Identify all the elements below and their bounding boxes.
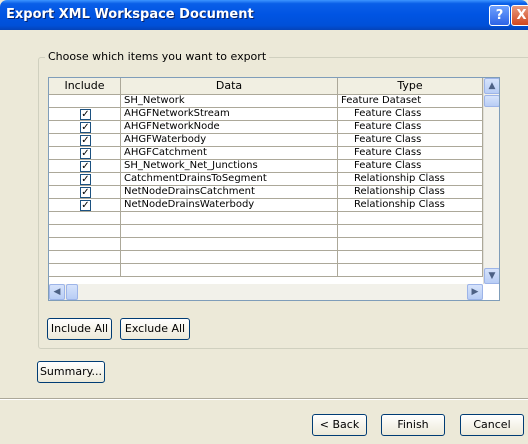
type-cell: Feature Class: [338, 147, 483, 160]
type-cell: Feature Class: [338, 121, 483, 134]
data-cell: NetNodeDrainsCatchment: [121, 186, 338, 199]
help-button[interactable]: ?: [489, 5, 510, 26]
vertical-scroll-thumb[interactable]: [484, 95, 499, 107]
data-cell: [121, 238, 338, 251]
close-button[interactable]: X: [511, 5, 528, 26]
include-checkbox[interactable]: ✓: [80, 109, 91, 120]
column-header-type[interactable]: Type: [338, 78, 483, 95]
data-cell: AHGFCatchment: [121, 147, 338, 160]
data-cell: [121, 264, 338, 277]
finish-button[interactable]: Finish: [381, 414, 445, 436]
include-checkbox[interactable]: ✓: [80, 135, 91, 146]
type-cell: [338, 238, 483, 251]
include-checkbox[interactable]: ✓: [80, 174, 91, 185]
include-cell: [49, 212, 121, 225]
include-cell: ✓: [49, 199, 121, 212]
include-checkbox[interactable]: ✓: [80, 161, 91, 172]
data-cell: SH_Network: [121, 95, 338, 108]
horizontal-scroll-thumb[interactable]: [66, 284, 78, 300]
data-cell: NetNodeDrainsWaterbody: [121, 199, 338, 212]
items-grid: Include Data Type SH_Network Feature Data…: [48, 77, 500, 301]
include-all-button[interactable]: Include All: [47, 318, 112, 340]
include-cell: ✓: [49, 134, 121, 147]
column-header-include[interactable]: Include: [49, 78, 121, 95]
include-checkbox[interactable]: ✓: [80, 122, 91, 133]
data-cell: AHGFWaterbody: [121, 134, 338, 147]
include-cell: ✓: [49, 147, 121, 160]
summary-button[interactable]: Summary...: [37, 361, 105, 383]
type-cell: [338, 264, 483, 277]
data-cell: [121, 225, 338, 238]
data-cell: [121, 212, 338, 225]
title-bar[interactable]: Export XML Workspace Document ? X: [0, 0, 528, 30]
scroll-down-icon[interactable]: ▼: [484, 268, 499, 284]
data-cell: AHGFNetworkStream: [121, 108, 338, 121]
exclude-all-button[interactable]: Exclude All: [120, 318, 190, 340]
back-button[interactable]: < Back: [312, 414, 367, 436]
cancel-button[interactable]: Cancel: [460, 414, 524, 436]
data-cell: SH_Network_Net_Junctions: [121, 160, 338, 173]
group-label: Choose which items you want to export: [45, 50, 270, 63]
include-checkbox[interactable]: ✓: [80, 200, 91, 211]
include-checkbox[interactable]: ✓: [80, 187, 91, 198]
type-cell: Feature Class: [338, 134, 483, 147]
data-cell: AHGFNetworkNode: [121, 121, 338, 134]
include-cell: [49, 225, 121, 238]
data-cell: CatchmentDrainsToSegment: [121, 173, 338, 186]
vertical-scrollbar[interactable]: ▲ ▼: [483, 78, 499, 284]
type-cell: [338, 212, 483, 225]
include-cell: ✓: [49, 121, 121, 134]
scroll-up-icon[interactable]: ▲: [484, 78, 499, 94]
type-cell: Relationship Class: [338, 173, 483, 186]
include-cell: ✓: [49, 186, 121, 199]
include-cell: ✓: [49, 108, 121, 121]
column-header-data[interactable]: Data: [121, 78, 338, 95]
scroll-right-icon[interactable]: ▶: [467, 284, 483, 300]
data-cell: [121, 251, 338, 264]
scroll-left-icon[interactable]: ◀: [49, 284, 65, 300]
type-cell: Feature Class: [338, 108, 483, 121]
include-cell: ✓: [49, 160, 121, 173]
include-cell: [49, 95, 121, 108]
include-checkbox[interactable]: ✓: [80, 148, 91, 159]
type-cell: [338, 251, 483, 264]
horizontal-scrollbar[interactable]: ◀ ▶: [49, 284, 483, 300]
type-cell: Feature Class: [338, 160, 483, 173]
include-cell: [49, 238, 121, 251]
include-cell: [49, 251, 121, 264]
type-cell: Relationship Class: [338, 186, 483, 199]
type-cell: [338, 225, 483, 238]
type-cell: Feature Dataset: [338, 95, 483, 108]
window-title: Export XML Workspace Document: [6, 7, 254, 22]
include-cell: [49, 264, 121, 277]
type-cell: Relationship Class: [338, 199, 483, 212]
include-cell: ✓: [49, 173, 121, 186]
footer-separator: [0, 398, 528, 400]
export-xml-dialog: Export XML Workspace Document ? X Choose…: [0, 0, 528, 444]
